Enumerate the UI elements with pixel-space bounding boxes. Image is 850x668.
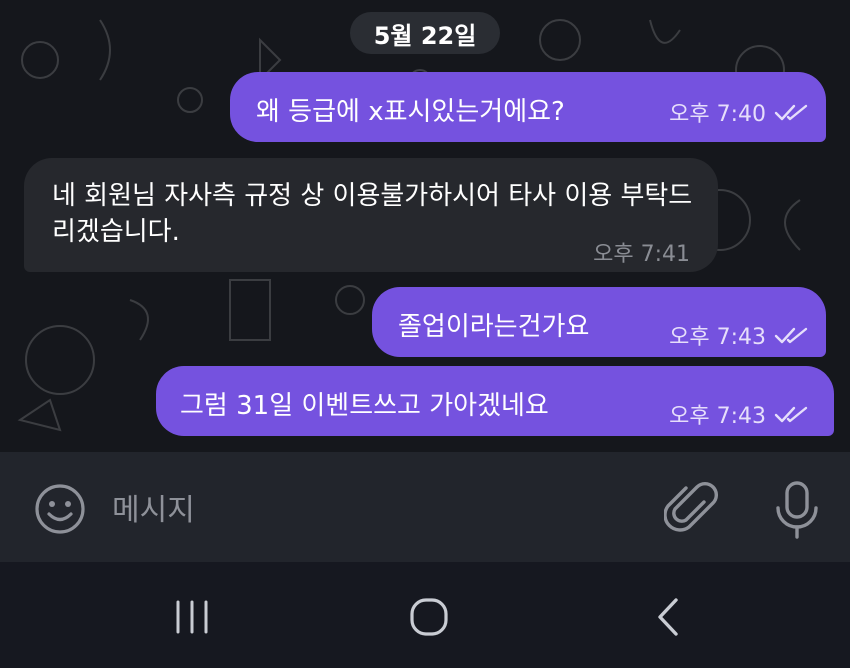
back-icon[interactable] xyxy=(652,596,682,638)
recent-apps-icon[interactable] xyxy=(172,598,212,636)
double-check-icon xyxy=(774,104,808,121)
message-bubble-outgoing[interactable]: 그럼 31일 이벤트쓰고 가아겠네요 오후 7:43 xyxy=(156,366,834,436)
message-time: 오후 7:43 xyxy=(669,404,766,429)
microphone-icon[interactable] xyxy=(772,480,822,540)
message-time: 오후 7:43 xyxy=(669,325,766,350)
message-time: 오후 7:40 xyxy=(669,102,766,127)
date-divider-label: 5월 22일 xyxy=(373,21,477,50)
date-divider: 5월 22일 xyxy=(350,12,500,54)
smiley-icon[interactable] xyxy=(34,483,86,535)
message-meta: 오후 7:40 xyxy=(669,96,810,128)
message-time: 오후 7:41 xyxy=(593,242,690,267)
message-meta: 오후 7:41 xyxy=(593,236,690,268)
message-text: 졸업이라는건가요 xyxy=(398,312,590,342)
home-icon[interactable] xyxy=(408,596,450,638)
message-meta: 오후 7:43 xyxy=(669,319,810,351)
double-check-icon xyxy=(774,327,808,344)
message-text: 왜 등급에 x표시있는거에요? xyxy=(256,97,565,127)
double-check-icon xyxy=(774,406,808,423)
message-bubble-outgoing[interactable]: 졸업이라는건가요 오후 7:43 xyxy=(372,287,826,357)
message-bubble-incoming[interactable]: 네 회원님 자사측 규정 상 이용불가하시어 타사 이용 부탁드리겠습니다. 오… xyxy=(24,158,718,272)
chat-area[interactable]: 5월 22일 왜 등급에 x표시있는거에요? 오후 7:40 네 회원님 자사측… xyxy=(0,0,850,452)
message-meta: 오후 7:43 xyxy=(669,398,810,430)
message-text: 그럼 31일 이벤트쓰고 가아겠네요 xyxy=(180,391,549,421)
message-bubble-outgoing[interactable]: 왜 등급에 x표시있는거에요? 오후 7:40 xyxy=(230,72,826,142)
paperclip-icon[interactable] xyxy=(664,480,718,538)
message-input[interactable] xyxy=(110,486,634,534)
